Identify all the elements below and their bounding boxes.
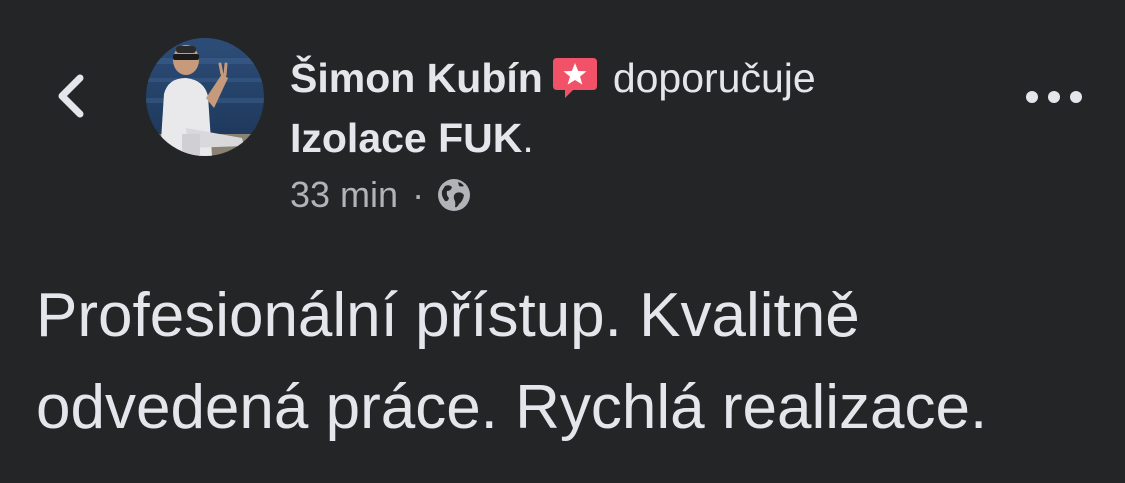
globe-icon[interactable] — [436, 177, 472, 213]
recommended-page-name[interactable]: Izolace FUK — [290, 115, 522, 161]
more-dot — [1048, 91, 1060, 103]
more-dot — [1070, 91, 1082, 103]
post-text-line: odvedená práce. Rychlá realizace. — [36, 373, 988, 442]
author-name[interactable]: Šimon Kubín — [290, 55, 543, 101]
meta-separator: · — [412, 174, 425, 215]
post-body: Profesionální přístup. Kvalitně odvedená… — [36, 270, 1096, 454]
post-time[interactable]: 33 min — [290, 174, 398, 216]
header-line1: Šimon Kubín doporučuje — [290, 52, 990, 112]
avatar[interactable] — [146, 38, 264, 156]
avatar-photo — [146, 38, 264, 156]
post-header: Šimon Kubín doporučuje Izolace FUK. — [290, 52, 990, 164]
post-view: Šimon Kubín doporučuje Izolace FUK. 33 m… — [0, 0, 1125, 483]
more-dot — [1026, 91, 1038, 103]
action-verb: doporučuje — [612, 55, 816, 101]
header-line2: Izolace FUK. — [290, 112, 990, 164]
recommend-star-badge-icon — [551, 56, 599, 112]
back-button[interactable] — [44, 66, 98, 126]
post-text-line: Profesionální přístup. Kvalitně — [36, 281, 860, 350]
page-name-suffix: . — [522, 115, 534, 161]
more-options-button[interactable] — [1026, 80, 1082, 114]
post-meta: 33 min · — [290, 174, 472, 216]
chevron-left-icon — [58, 74, 84, 118]
